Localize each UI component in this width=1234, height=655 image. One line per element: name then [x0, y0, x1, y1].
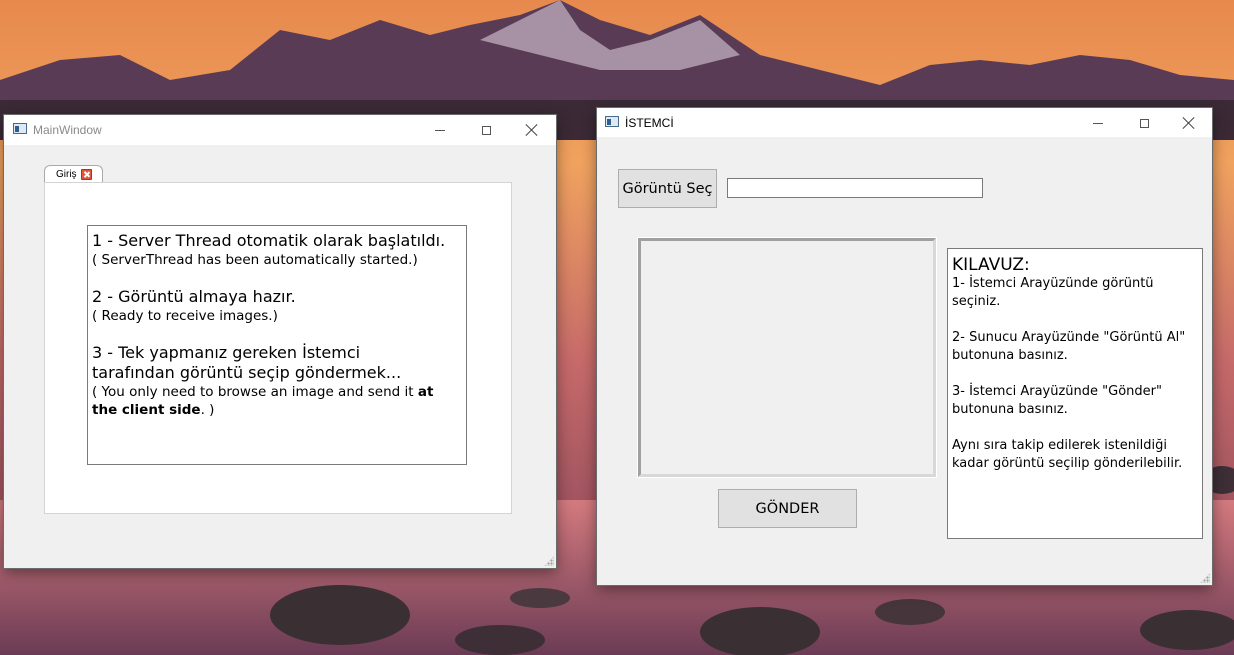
tab-giris[interactable]: Giriş	[44, 165, 103, 183]
guide-panel: KILAVUZ: 1- İstemci Arayüzünde görüntü s…	[947, 248, 1203, 539]
close-icon	[526, 124, 538, 136]
main-window-title: MainWindow	[33, 123, 102, 137]
image-preview	[637, 237, 937, 478]
close-icon	[1183, 117, 1195, 129]
info-line-1: 1 - Server Thread otomatik olarak başlat…	[92, 231, 446, 250]
guide-note: Aynı sıra takip edilerek istenildiği kad…	[952, 438, 1183, 471]
tab-label: Giriş	[56, 169, 77, 180]
guide-title: KILAVUZ:	[952, 255, 1030, 275]
main-window-titlebar[interactable]: MainWindow	[4, 115, 556, 145]
minimize-icon	[435, 129, 445, 131]
close-button[interactable]	[1166, 108, 1212, 138]
info-line-2: 2 - Görüntü almaya hazır.	[92, 287, 296, 306]
info-line-1-en: ( ServerThread has been automatically st…	[92, 252, 418, 268]
info-line-2-en: ( Ready to receive images.)	[92, 308, 278, 324]
info-line-3b: tarafından görüntü seçip göndermek...	[92, 363, 402, 382]
maximize-icon	[1139, 118, 1149, 128]
info-line-3-en-end: . )	[200, 402, 215, 418]
send-button[interactable]: GÖNDER	[718, 489, 857, 528]
app-window-icon	[605, 116, 619, 127]
info-line-3a: 3 - Tek yapmanız gereken İstemci	[92, 343, 361, 362]
tab-pane: 1 - Server Thread otomatik olarak başlat…	[44, 182, 512, 514]
maximize-button[interactable]	[1121, 108, 1167, 138]
client-window-titlebar[interactable]: İSTEMCİ	[597, 108, 1212, 137]
guide-step-1: 1- İstemci Arayüzünde görüntü seçiniz.	[952, 276, 1154, 309]
guide-step-2: 2- Sunucu Arayüzünde "Görüntü Al" butonu…	[952, 330, 1186, 363]
maximize-button[interactable]	[463, 115, 509, 145]
maximize-icon	[481, 125, 491, 135]
image-path-input[interactable]	[727, 178, 983, 198]
info-line-3-en: ( You only need to browse an image and s…	[92, 383, 462, 419]
minimize-button[interactable]	[417, 115, 463, 145]
minimize-icon	[1093, 122, 1103, 124]
info-box: 1 - Server Thread otomatik olarak başlat…	[87, 225, 467, 465]
close-button[interactable]	[509, 115, 555, 145]
main-window: MainWindow Giriş 1 - Server Thread otoma…	[4, 115, 556, 568]
tab-close-icon[interactable]	[80, 169, 92, 180]
app-window-icon	[13, 123, 27, 134]
client-window: İSTEMCİ Görüntü Seç GÖNDER KILAVUZ: 1- İ…	[597, 108, 1212, 585]
client-window-title: İSTEMCİ	[625, 116, 674, 130]
guide-step-3: 3- İstemci Arayüzünde "Gönder" butonuna …	[952, 384, 1162, 417]
resize-grip[interactable]	[1200, 573, 1210, 583]
browse-image-button[interactable]: Görüntü Seç	[618, 169, 717, 208]
info-line-3-en-text: ( You only need to browse an image and s…	[92, 384, 418, 400]
resize-grip[interactable]	[544, 556, 554, 566]
minimize-button[interactable]	[1075, 108, 1121, 138]
